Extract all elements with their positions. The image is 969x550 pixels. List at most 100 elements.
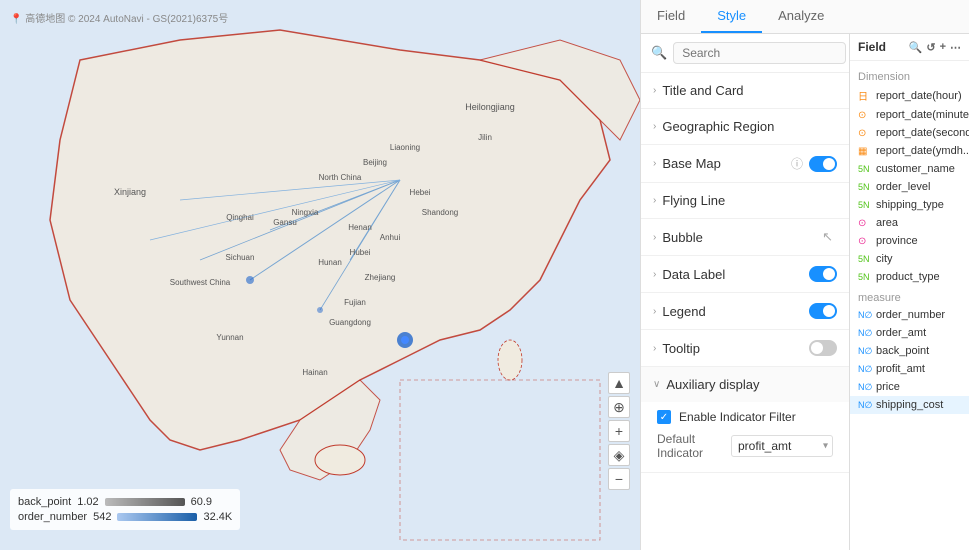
legend-ordernumber-max: 32.4K (203, 511, 232, 523)
field-item-price[interactable]: N∅ price (850, 378, 969, 396)
auxiliary-header[interactable]: ∨ Auxiliary display (641, 367, 849, 402)
enable-indicator-checkbox[interactable] (657, 410, 671, 424)
field-item-order-number[interactable]: N∅ order_number (850, 306, 969, 324)
field-item-shipping-cost[interactable]: N∅ shipping_cost (850, 396, 969, 414)
field-label: order_number (876, 309, 945, 321)
str-icon: 5N (858, 200, 872, 210)
layers-button[interactable]: ◈ (608, 444, 630, 466)
legend-ordernumber-min: 542 (93, 511, 111, 523)
tooltip-toggle[interactable] (809, 340, 837, 356)
field-item-report-date-ymdh[interactable]: ▦ report_date(ymdh... (850, 142, 969, 160)
indicator-row: Default Indicator profit_amt order_amt b… (657, 432, 833, 460)
field-item-profit-amt[interactable]: N∅ profit_amt (850, 360, 969, 378)
section-data-label[interactable]: › Data Label (641, 256, 849, 293)
indicator-select[interactable]: profit_amt order_amt back_point price sh… (731, 435, 833, 457)
base-map-label: Base Map (662, 156, 791, 171)
field-header-icons: 🔍 ↺ + ⋯ (909, 41, 961, 54)
legend-toggle[interactable] (809, 303, 837, 319)
svg-text:North China: North China (319, 173, 362, 182)
num-icon: N∅ (858, 310, 872, 321)
field-item-back-point[interactable]: N∅ back_point (850, 342, 969, 360)
field-label: order_level (876, 181, 930, 193)
legend-label: Legend (662, 304, 809, 319)
chevron-right-icon: › (653, 195, 656, 206)
svg-text:Anhui: Anhui (380, 233, 401, 242)
section-tooltip[interactable]: › Tooltip (641, 330, 849, 367)
map-controls: ▲ ⊕ + ◈ − (608, 372, 630, 490)
tab-style[interactable]: Style (701, 0, 762, 33)
field-label: area (876, 217, 898, 229)
field-item-product-type[interactable]: 5N product_type (850, 268, 969, 286)
data-label-toggle[interactable] (809, 266, 837, 282)
svg-text:Liaoning: Liaoning (390, 143, 420, 152)
svg-text:Sichuan: Sichuan (226, 253, 255, 262)
search-input[interactable] (673, 42, 846, 64)
flying-line-label: Flying Line (662, 193, 837, 208)
field-refresh-icon[interactable]: ↺ (926, 41, 935, 54)
field-item-report-date-hour[interactable]: 日 report_date(hour) (850, 85, 969, 106)
section-base-map[interactable]: › Base Map ⓘ (641, 145, 849, 183)
field-item-report-date-minute[interactable]: ⊙ report_date(minute) (850, 106, 969, 124)
tab-field[interactable]: Field (641, 0, 701, 33)
svg-text:Gansu: Gansu (273, 218, 297, 227)
field-item-area[interactable]: ⊙ area (850, 214, 969, 232)
str-icon: 5N (858, 164, 872, 174)
loc-icon: ⊙ (858, 236, 872, 247)
base-map-toggle[interactable] (809, 156, 837, 172)
tab-analyze[interactable]: Analyze (762, 0, 840, 33)
num-icon: N∅ (858, 364, 872, 375)
field-panel: Field 🔍 ↺ + ⋯ Dimension 日 report_date(ho… (849, 34, 969, 550)
svg-text:Yunnan: Yunnan (216, 333, 243, 342)
legend-ordernumber-bar (117, 513, 197, 521)
field-item-order-amt[interactable]: N∅ order_amt (850, 324, 969, 342)
field-label: city (876, 253, 893, 265)
field-item-city[interactable]: 5N city (850, 250, 969, 268)
chevron-down-icon: ∨ (653, 379, 660, 390)
auxiliary-label: Auxiliary display (666, 377, 837, 392)
svg-text:Xinjiang: Xinjiang (114, 187, 146, 197)
svg-text:Zhejiang: Zhejiang (365, 273, 396, 282)
field-item-order-level[interactable]: 5N order_level (850, 178, 969, 196)
section-title-and-card[interactable]: › Title and Card (641, 73, 849, 109)
compass-button[interactable]: ▲ (608, 372, 630, 394)
field-label: shipping_type (876, 199, 944, 211)
field-list: Dimension 日 report_date(hour) ⊙ report_d… (850, 61, 969, 550)
date-icon: ⊙ (858, 110, 872, 121)
date-icon: ▦ (858, 146, 872, 157)
search-bar: 🔍 ⋯ (641, 34, 849, 73)
svg-text:Ningxia: Ningxia (292, 208, 319, 217)
section-legend[interactable]: › Legend (641, 293, 849, 330)
style-panel: 🔍 ⋯ › Title and Card › Geographic Region… (641, 34, 849, 550)
loc-icon: ⊙ (858, 218, 872, 229)
field-add-icon[interactable]: + (940, 41, 946, 54)
chevron-right-icon: › (653, 269, 656, 280)
svg-text:Guangdong: Guangdong (329, 318, 371, 327)
field-item-report-date-second[interactable]: ⊙ report_date(second) (850, 124, 969, 142)
str-icon: 5N (858, 254, 872, 264)
field-label: shipping_cost (876, 399, 943, 411)
zoom-out-button[interactable]: − (608, 468, 630, 490)
section-geographic-region[interactable]: › Geographic Region (641, 109, 849, 145)
map-area[interactable]: 📍 高德地图 © 2024 AutoNavi - GS(2021)6375号 (0, 0, 640, 550)
num-icon: N∅ (858, 328, 872, 339)
field-item-shipping-type[interactable]: 5N shipping_type (850, 196, 969, 214)
section-bubble[interactable]: › Bubble ↖ (641, 219, 849, 256)
field-label: report_date(second) (876, 127, 969, 139)
field-search-icon[interactable]: 🔍 (909, 41, 923, 54)
enable-indicator-label: Enable Indicator Filter (679, 410, 796, 424)
zoom-in-button[interactable]: + (608, 420, 630, 442)
legend-backpoint-bar (105, 498, 185, 506)
field-label: product_type (876, 271, 940, 283)
map-legend: back_point 1.02 60.9 order_number 542 32… (10, 489, 240, 530)
svg-text:Hubei: Hubei (350, 248, 371, 257)
map-watermark: 📍 高德地图 © 2024 AutoNavi - GS(2021)6375号 (10, 10, 228, 25)
field-item-province[interactable]: ⊙ province (850, 232, 969, 250)
field-more-icon[interactable]: ⋯ (950, 41, 961, 54)
section-flying-line[interactable]: › Flying Line (641, 183, 849, 219)
info-icon: ⓘ (791, 155, 803, 172)
target-button[interactable]: ⊕ (608, 396, 630, 418)
svg-text:Hebei: Hebei (410, 188, 431, 197)
field-item-customer-name[interactable]: 5N customer_name (850, 160, 969, 178)
field-panel-header: Field 🔍 ↺ + ⋯ (850, 34, 969, 61)
chevron-right-icon: › (653, 306, 656, 317)
